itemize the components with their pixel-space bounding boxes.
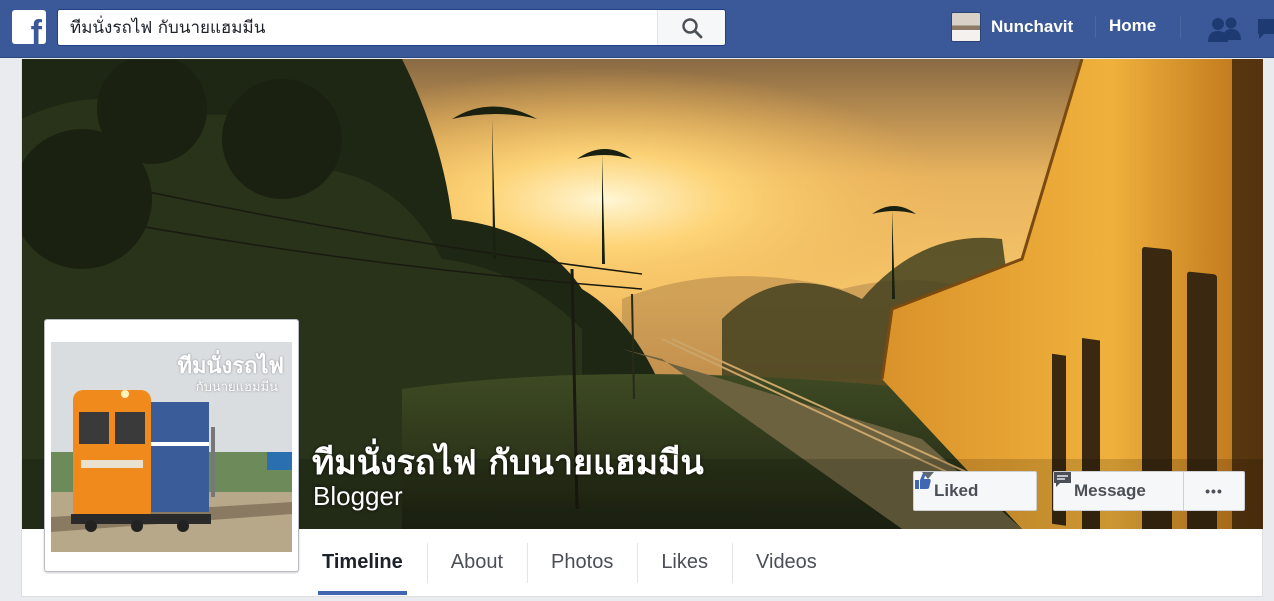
page-tabs: Timeline About Photos Likes Videos	[298, 529, 841, 595]
tab-likes[interactable]: Likes	[637, 529, 732, 595]
friends-icon[interactable]	[1207, 16, 1243, 42]
tab-photos[interactable]: Photos	[527, 529, 637, 595]
tab-label: Photos	[551, 550, 614, 573]
liked-button[interactable]: Liked	[913, 471, 1037, 511]
message-button[interactable]: Message	[1053, 471, 1184, 511]
nav-divider	[1180, 16, 1181, 38]
search-box	[57, 9, 726, 46]
top-navigation-bar: f Nunchavit Home	[0, 0, 1274, 58]
user-name: Nunchavit	[991, 17, 1074, 36]
tab-label: Likes	[661, 550, 709, 573]
more-icon: •••	[1205, 483, 1223, 499]
facebook-logo-icon[interactable]: f	[12, 10, 46, 44]
profile-picture: ทีมนั่งรถไฟ กับนายแฮมมีน	[51, 342, 292, 552]
liked-label: Liked	[934, 481, 979, 500]
page-header: ทีมนั่งรถไฟ กับนายแฮมมีน Blogger Liked M…	[21, 59, 1263, 597]
messages-icon[interactable]	[1256, 16, 1274, 42]
page-category[interactable]: Blogger	[313, 481, 403, 512]
logo-letter: f	[30, 14, 42, 44]
tab-label: About	[450, 550, 504, 573]
profile-picture-subtitle: กับนายแฮมมีน	[195, 380, 278, 395]
avatar	[951, 12, 981, 42]
tab-videos[interactable]: Videos	[732, 529, 841, 595]
tab-timeline[interactable]: Timeline	[298, 529, 427, 595]
profile-link[interactable]: Nunchavit	[951, 11, 1073, 43]
caret-down-icon	[922, 472, 934, 479]
search-input[interactable]	[58, 10, 656, 45]
search-icon	[681, 17, 702, 38]
nav-divider	[1095, 16, 1096, 38]
search-button[interactable]	[657, 10, 725, 45]
message-label: Message	[1074, 481, 1146, 500]
tab-label: Timeline	[322, 550, 403, 573]
profile-picture-frame[interactable]: ทีมนั่งรถไฟ กับนายแฮมมีน	[44, 319, 299, 572]
tab-label: Videos	[756, 550, 817, 573]
home-link[interactable]: Home	[1109, 16, 1156, 36]
message-bubble-icon	[1054, 472, 1071, 487]
more-options-button[interactable]: •••	[1183, 471, 1245, 511]
tab-about[interactable]: About	[426, 529, 527, 595]
